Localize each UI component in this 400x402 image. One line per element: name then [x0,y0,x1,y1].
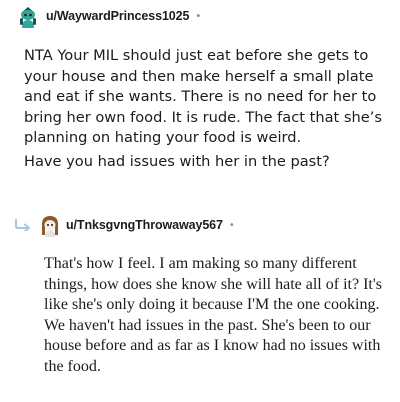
reply-arrow-icon [14,216,32,235]
comment-paragraph: That's how I feel. I am making so many d… [44,255,382,375]
comment-2-body: That's how I feel. I am making so many d… [44,254,384,377]
comment-author[interactable]: u/TnksgvngThrowaway567 [66,218,223,232]
comment-1-header: u/WaywardPrincess1025 • [16,4,201,28]
meta-separator: • [228,219,235,231]
meta-separator: • [195,10,202,22]
comment-paragraph: Have you had issues with her in the past… [24,152,330,170]
snoo-avatar-brown-hair-icon[interactable] [38,213,62,237]
comment-author[interactable]: u/WaywardPrincess1025 [46,9,189,23]
snoo-avatar-teal-icon[interactable] [16,4,40,28]
comment-2-header: u/TnksgvngThrowaway567 • [38,213,235,237]
comment-paragraph: NTA Your MIL should just eat before she … [24,47,382,146]
comment-1-body: NTA Your MIL should just eat before she … [24,46,384,172]
